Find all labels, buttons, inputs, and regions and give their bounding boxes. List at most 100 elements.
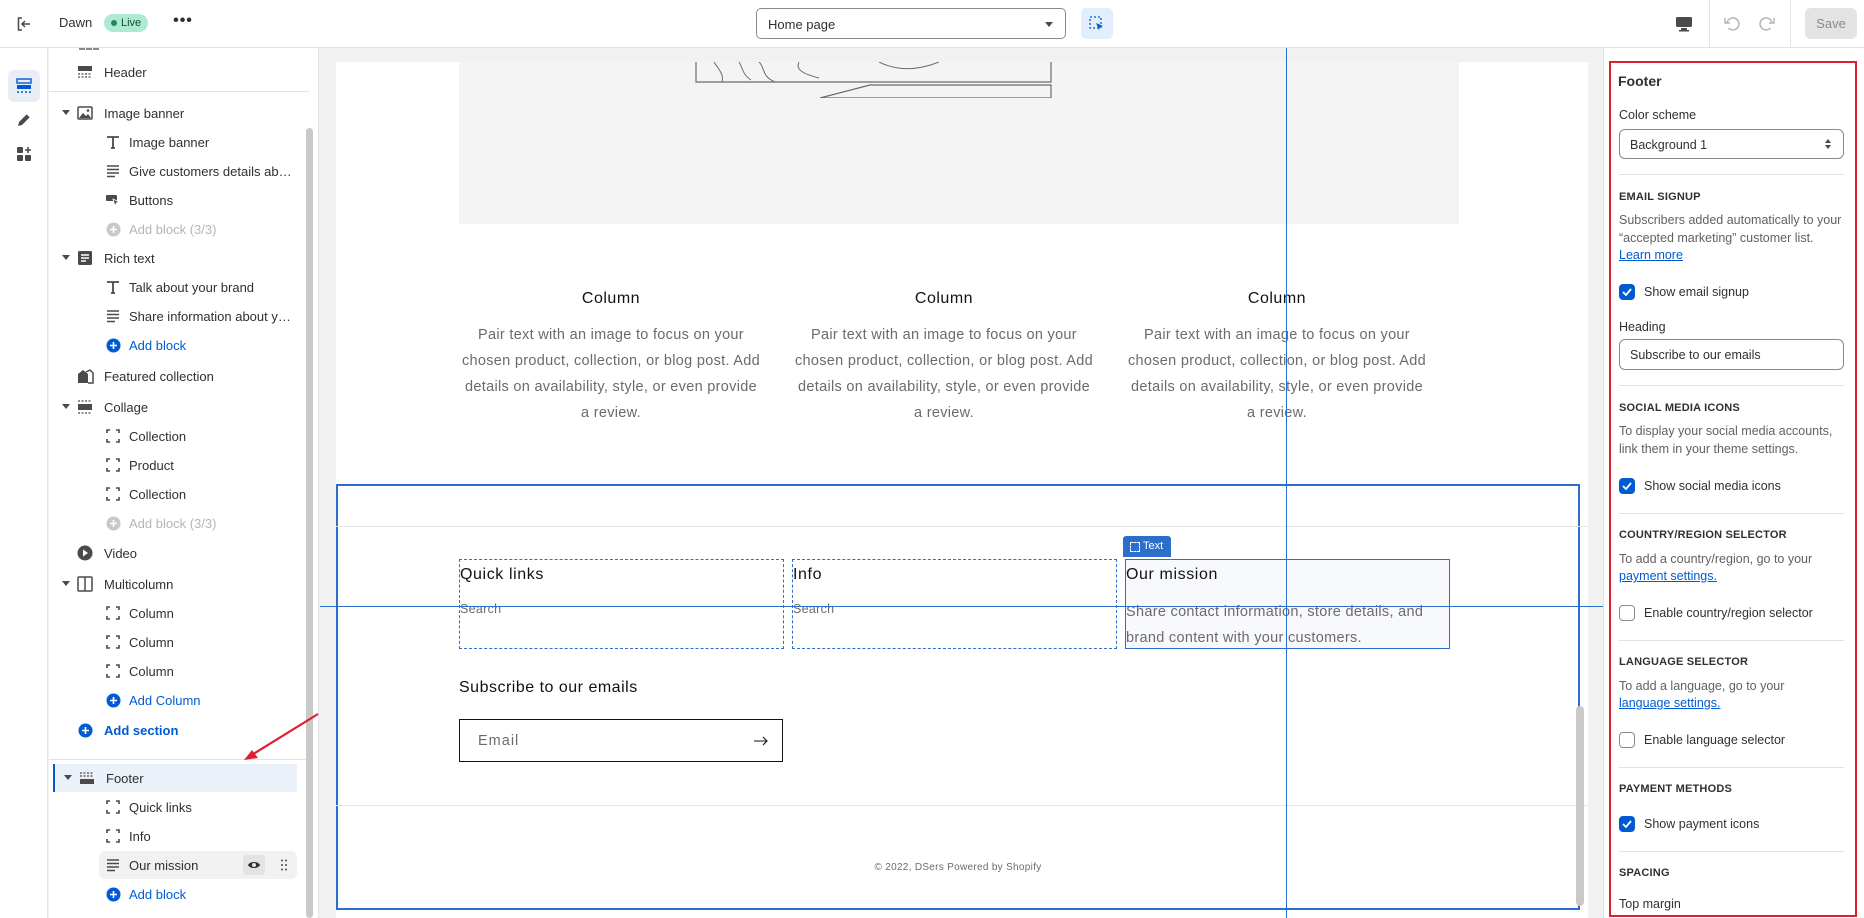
sidebar-item-collage[interactable]: Collage (49, 393, 297, 421)
sidebar-item-rich-text[interactable]: Rich text (49, 244, 297, 272)
block-frame-icon (104, 485, 122, 503)
show-payment-icons-checkbox[interactable]: Show payment icons (1619, 815, 1759, 833)
sidebar-item-video[interactable]: Video (49, 539, 297, 567)
chevron-down-icon[interactable] (62, 110, 70, 115)
scroll-edge (79, 48, 99, 52)
sidebar-block-brand-heading[interactable]: Talk about your brand (49, 273, 297, 301)
color-scheme-select[interactable]: Background 1 (1619, 129, 1844, 159)
inspector-toggle-button[interactable] (1081, 8, 1113, 39)
email-placeholder: Email (478, 733, 520, 749)
add-circle-icon (104, 691, 122, 709)
sidebar-block-image-banner-text[interactable]: Give customers details about the banner … (49, 157, 297, 185)
sidebar-item-footer[interactable]: Footer (53, 764, 297, 792)
sidebar-block-column[interactable]: Column (49, 628, 297, 656)
payment-settings-link[interactable]: payment settings. (1619, 569, 1717, 583)
add-block-disabled: Add block (3/3) (49, 215, 297, 243)
email-signup-heading: EMAIL SIGNUP (1619, 191, 1701, 203)
storefront-preview: Column Pair text with an image to focus … (336, 62, 1588, 918)
image-placeholder (459, 62, 1459, 224)
checkbox-label: Show email signup (1644, 285, 1749, 299)
play-icon (76, 544, 94, 562)
language-settings-link[interactable]: language settings. (1619, 696, 1720, 710)
learn-more-link[interactable]: Learn more (1619, 248, 1683, 262)
sidebar-block-buttons[interactable]: Buttons (49, 186, 297, 214)
add-circle-icon (104, 220, 122, 238)
checkbox[interactable] (1619, 284, 1635, 300)
social-media-heading: SOCIAL MEDIA ICONS (1619, 402, 1740, 414)
more-actions-button[interactable]: ••• (172, 12, 194, 34)
footer-link[interactable]: Search (793, 602, 834, 616)
divider (1619, 513, 1844, 514)
save-button[interactable]: Save (1805, 8, 1857, 39)
redo-icon[interactable] (1753, 10, 1781, 38)
sidebar-block-quick-links[interactable]: Quick links (49, 793, 297, 821)
heading-input[interactable]: Subscribe to our emails (1619, 339, 1844, 370)
visibility-eye-icon[interactable] (243, 855, 265, 875)
sections-icon[interactable] (8, 70, 40, 102)
footer-block-title: Our mission (1126, 566, 1218, 583)
sidebar-item-label: Header (104, 64, 147, 80)
chevron-down-icon[interactable] (62, 255, 70, 260)
footer-block-our-mission[interactable]: Our mission Share contact information, s… (1125, 559, 1450, 649)
undo-icon[interactable] (1718, 10, 1746, 38)
sidebar-item-label: Column (129, 634, 174, 650)
check-icon (1622, 820, 1632, 828)
country-selector-heading: COUNTRY/REGION SELECTOR (1619, 529, 1787, 541)
exit-icon[interactable] (12, 12, 36, 36)
footer-block-quick-links[interactable]: Quick links Search (459, 559, 784, 649)
show-email-signup-checkbox[interactable]: Show email signup (1619, 283, 1749, 301)
sidebar-scrollbar[interactable] (306, 128, 313, 918)
chevron-down-icon[interactable] (62, 581, 70, 586)
checkbox[interactable] (1619, 605, 1635, 621)
enable-language-selector-checkbox[interactable]: Enable language selector (1619, 731, 1785, 749)
sidebar-block-column[interactable]: Column (49, 599, 297, 627)
footer-link[interactable]: Search (460, 602, 501, 616)
page-selector[interactable]: Home page (756, 8, 1066, 39)
checkbox-label: Show social media icons (1644, 479, 1781, 493)
sidebar-item-multicolumn[interactable]: Multicolumn (49, 570, 297, 598)
country-selector-help: To add a country/region, go to your (1619, 552, 1813, 566)
newsletter-email-input[interactable]: Email (459, 719, 783, 762)
sidebar-block-image-banner-heading[interactable]: Image banner (49, 128, 297, 156)
footer-block-info[interactable]: Info Search (792, 559, 1117, 649)
sidebar-block-our-mission[interactable]: Our mission (99, 851, 297, 879)
sidebar-block-column[interactable]: Column (49, 657, 297, 685)
color-scheme-label: Color scheme (1619, 108, 1697, 122)
add-block-button[interactable]: Add block (49, 331, 297, 359)
sidebar-item-label: Add block (129, 337, 187, 353)
sidebar-item-featured-collection[interactable]: Featured collection (49, 362, 297, 390)
drag-handle-icon[interactable] (279, 857, 289, 873)
sidebar-block-collection[interactable]: Collection (49, 480, 297, 508)
preview-scrollbar[interactable] (1576, 706, 1584, 906)
desktop-preview-icon[interactable] (1672, 12, 1696, 36)
sidebar-item-header[interactable]: Header (49, 58, 297, 86)
image-icon (76, 104, 94, 122)
theme-settings-icon[interactable] (8, 104, 40, 136)
block-frame-icon (104, 456, 122, 474)
checkbox[interactable] (1619, 816, 1635, 832)
sidebar-item-label: Image banner (129, 134, 210, 150)
add-block-button[interactable]: Add block (49, 880, 297, 908)
chevron-down-icon[interactable] (62, 404, 70, 409)
chevron-down-icon (1045, 22, 1053, 27)
sidebar-block-info[interactable]: Info (49, 822, 297, 850)
checkbox[interactable] (1619, 478, 1635, 494)
checkbox[interactable] (1619, 732, 1635, 748)
preview-canvas: Column Pair text with an image to focus … (320, 48, 1603, 918)
chevron-down-icon[interactable] (64, 775, 72, 780)
sidebar-block-brand-text[interactable]: Share information about your brand with … (49, 302, 297, 330)
sidebar-item-image-banner[interactable]: Image banner (49, 99, 297, 127)
column-title: Column (581, 290, 641, 307)
arrow-right-icon[interactable] (752, 732, 770, 750)
block-frame-icon (104, 827, 122, 845)
sidebar-block-product[interactable]: Product (49, 451, 297, 479)
footer-section-highlight[interactable] (336, 484, 1580, 910)
sidebar-block-collection[interactable]: Collection (49, 422, 297, 450)
sidebar-item-label: Image banner (104, 105, 185, 121)
enable-country-selector-checkbox[interactable]: Enable country/region selector (1619, 604, 1813, 622)
annotation-arrow-icon (244, 713, 319, 760)
apps-icon[interactable] (8, 138, 40, 170)
settings-title: Footer (1618, 73, 1662, 89)
show-social-icons-checkbox[interactable]: Show social media icons (1619, 477, 1781, 495)
select-arrows-icon (1825, 139, 1831, 149)
